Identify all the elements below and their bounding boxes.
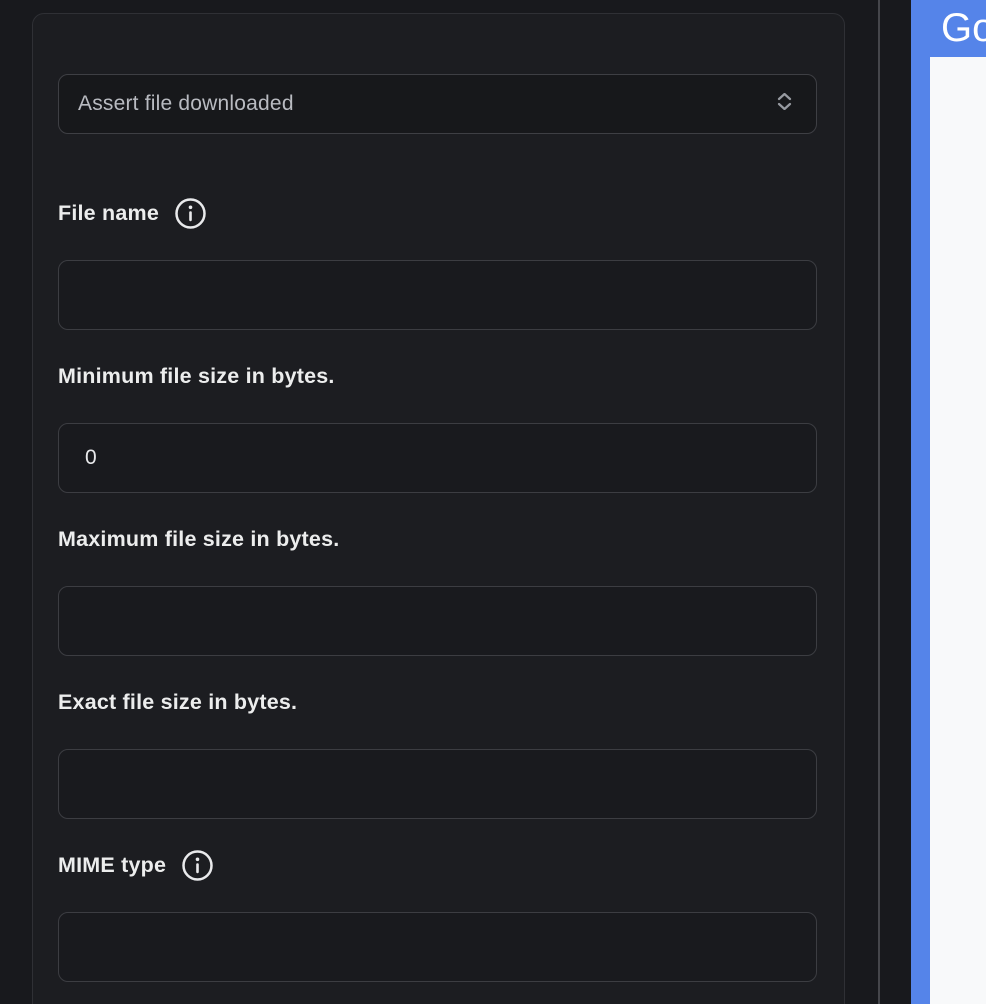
field-label-min-size: Minimum file size in bytes. bbox=[58, 364, 335, 388]
max-size-input[interactable] bbox=[58, 586, 817, 656]
chevron-up-down-icon bbox=[777, 92, 792, 115]
exact-size-input[interactable] bbox=[58, 749, 817, 819]
info-icon[interactable] bbox=[174, 197, 207, 230]
step-type-select-value: Assert file downloaded bbox=[78, 92, 294, 115]
page-surface bbox=[930, 57, 986, 1004]
field-label-mime-type: MIME type bbox=[58, 849, 817, 882]
field-label-file-name: File name bbox=[58, 197, 817, 230]
field-label-max-size: Maximum file size in bytes. bbox=[58, 527, 340, 551]
field-label-exact-size: Exact file size in bytes. bbox=[58, 690, 298, 714]
panel-divider bbox=[878, 0, 880, 1004]
mime-type-input[interactable] bbox=[58, 912, 817, 982]
min-size-input[interactable] bbox=[58, 423, 817, 493]
info-icon[interactable] bbox=[181, 849, 214, 882]
step-type-select[interactable]: Assert file downloaded bbox=[58, 74, 817, 134]
page-heading-text: Go bbox=[941, 6, 986, 50]
step-editor-card: Assert file downloaded File name Minimum… bbox=[32, 13, 845, 1004]
recorder-step-editor: Assert file downloaded File name Minimum… bbox=[0, 0, 986, 1004]
file-name-input[interactable] bbox=[58, 260, 817, 330]
